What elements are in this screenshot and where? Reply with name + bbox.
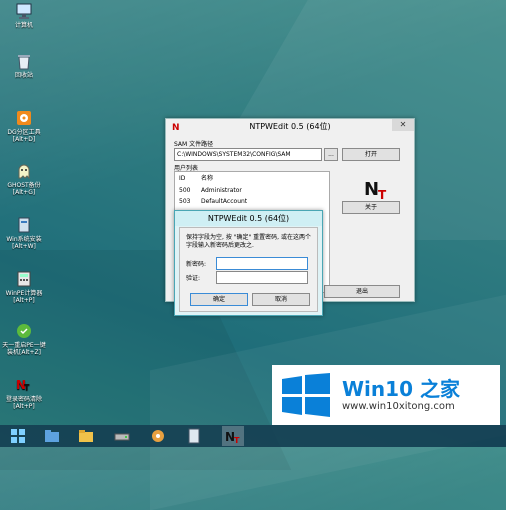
desktop-icon-hotkey: [Alt+G] (12, 189, 36, 196)
new-password-label: 新密码: (186, 261, 207, 268)
user-name: Administrator (201, 187, 242, 194)
user-name: DefaultAccount (201, 198, 248, 205)
column-name: 名称 (201, 175, 214, 182)
desktop-icon-hotkey: 装机[Alt+Z] (7, 349, 41, 356)
desktop-icon-recycle-bin[interactable]: 回收站 (2, 52, 46, 79)
computer-icon (16, 3, 32, 19)
desktop-icon-password-clear[interactable]: NT 登录密码清除 [Alt+P] (2, 376, 46, 410)
column-id: ID (179, 175, 186, 182)
desktop-icon-hotkey: [Alt+W] (12, 243, 36, 250)
sam-path-label: SAM 文件路径 (174, 141, 214, 148)
desktop-icon-label: DG分区工具 (7, 129, 41, 136)
app-logo-icon: N (172, 123, 180, 133)
desktop-icon-label: 回收站 (14, 72, 33, 79)
title-bar: N NTPWEdit 0.5 (64位) ✕ (166, 119, 414, 134)
sam-path-input[interactable]: C:\WINDOWS\SYSTEM32\CONFIG\SAM (174, 148, 322, 161)
desktop-icon-label: 登录密码清除 (5, 396, 42, 403)
ntpw-logo-icon: N T (364, 179, 387, 201)
diskgenius-icon (17, 111, 31, 125)
browse-button[interactable]: ... (324, 148, 338, 161)
desktop-icon-computer[interactable]: 计算机 (2, 2, 46, 29)
desktop-icon-label: 天一重启PE一键 (2, 342, 46, 349)
svg-text:T: T (24, 383, 30, 392)
onekey-install-icon (17, 324, 31, 338)
confirm-password-input[interactable] (216, 271, 308, 284)
desktop-icon-hotkey: [Alt+D] (12, 136, 36, 143)
taskbar-ntpwedit[interactable]: NT (222, 426, 244, 446)
dialog-title-bar: NTPWEdit 0.5 (64位) (175, 211, 322, 226)
svg-text:N: N (364, 179, 379, 200)
close-icon[interactable]: ✕ (392, 119, 414, 131)
desktop-icon-diskgenius[interactable]: DG分区工具 [Alt+D] (2, 109, 46, 143)
open-button[interactable]: 打开 (342, 148, 400, 161)
ntpw-taskbar-icon: NT (225, 430, 240, 445)
start-icon[interactable] (10, 428, 26, 444)
desktop-icon-win-install[interactable]: Win系统安装 [Alt+W] (2, 216, 46, 250)
watermark-url: www.win10xitong.com (342, 401, 455, 412)
svg-text:T: T (378, 188, 387, 201)
desktop-icon-hotkey: [Alt+P] (13, 297, 35, 304)
desktop-icon-hotkey: [Alt+P] (13, 403, 35, 410)
desktop-icon-label: GHOST备份 (7, 182, 41, 189)
taskbar: NT (0, 425, 506, 447)
folder-icon[interactable] (78, 428, 94, 444)
confirm-password-label: 验证: (186, 275, 201, 282)
document-icon[interactable] (186, 428, 202, 444)
table-row[interactable]: 500 Administrator (179, 186, 329, 196)
tools-icon[interactable] (150, 428, 166, 444)
password-dialog: NTPWEdit 0.5 (64位) 保持字段为空, 按 "确定" 重置密码, … (174, 210, 323, 316)
desktop-icon-label: WinPE计算器 (5, 290, 43, 297)
desktop-icon-label: Win系统安装 (6, 236, 42, 243)
window-title: NTPWEdit 0.5 (64位) (249, 122, 331, 131)
user-id: 500 (179, 187, 191, 194)
recycle-bin-icon (18, 55, 30, 70)
exit-button[interactable]: 退出 (324, 285, 400, 298)
desktop-icon-onekey-install[interactable]: 天一重启PE一键 装机[Alt+Z] (2, 322, 46, 356)
explorer-icon[interactable] (44, 428, 60, 444)
cancel-button[interactable]: 取消 (252, 293, 310, 306)
desktop-icon-calculator[interactable]: WinPE计算器 [Alt+P] (2, 270, 46, 304)
ghost-icon (18, 164, 30, 180)
win-install-icon (18, 217, 30, 233)
new-password-input[interactable] (216, 257, 308, 270)
svg-text:T: T (234, 436, 240, 445)
dialog-body: 保持字段为空, 按 "确定" 重置密码, 或在这两个字段输入新密码后更改之. 新… (179, 227, 318, 312)
dialog-title: NTPWEdit 0.5 (64位) (207, 214, 290, 223)
desktop-icon-label: 计算机 (14, 22, 33, 29)
desktop-icon-ghost[interactable]: GHOST备份 [Alt+G] (2, 162, 46, 196)
calculator-icon (17, 271, 31, 287)
windows-logo-icon (282, 373, 330, 417)
watermark-banner: Win10 之家 www.win10xitong.com (272, 365, 500, 425)
password-clear-icon: NT (16, 378, 30, 392)
list-header: ID 名称 (179, 174, 329, 184)
watermark-title: Win10 之家 (342, 377, 460, 401)
dialog-message: 保持字段为空, 按 "确定" 重置密码, 或在这两个字段输入新密码后更改之. (186, 234, 311, 249)
drive-icon[interactable] (114, 428, 130, 444)
user-id: 503 (179, 198, 191, 205)
table-row[interactable]: 503 DefaultAccount (179, 197, 329, 207)
ok-button[interactable]: 确定 (190, 293, 248, 306)
about-button[interactable]: 关于 (342, 201, 400, 214)
